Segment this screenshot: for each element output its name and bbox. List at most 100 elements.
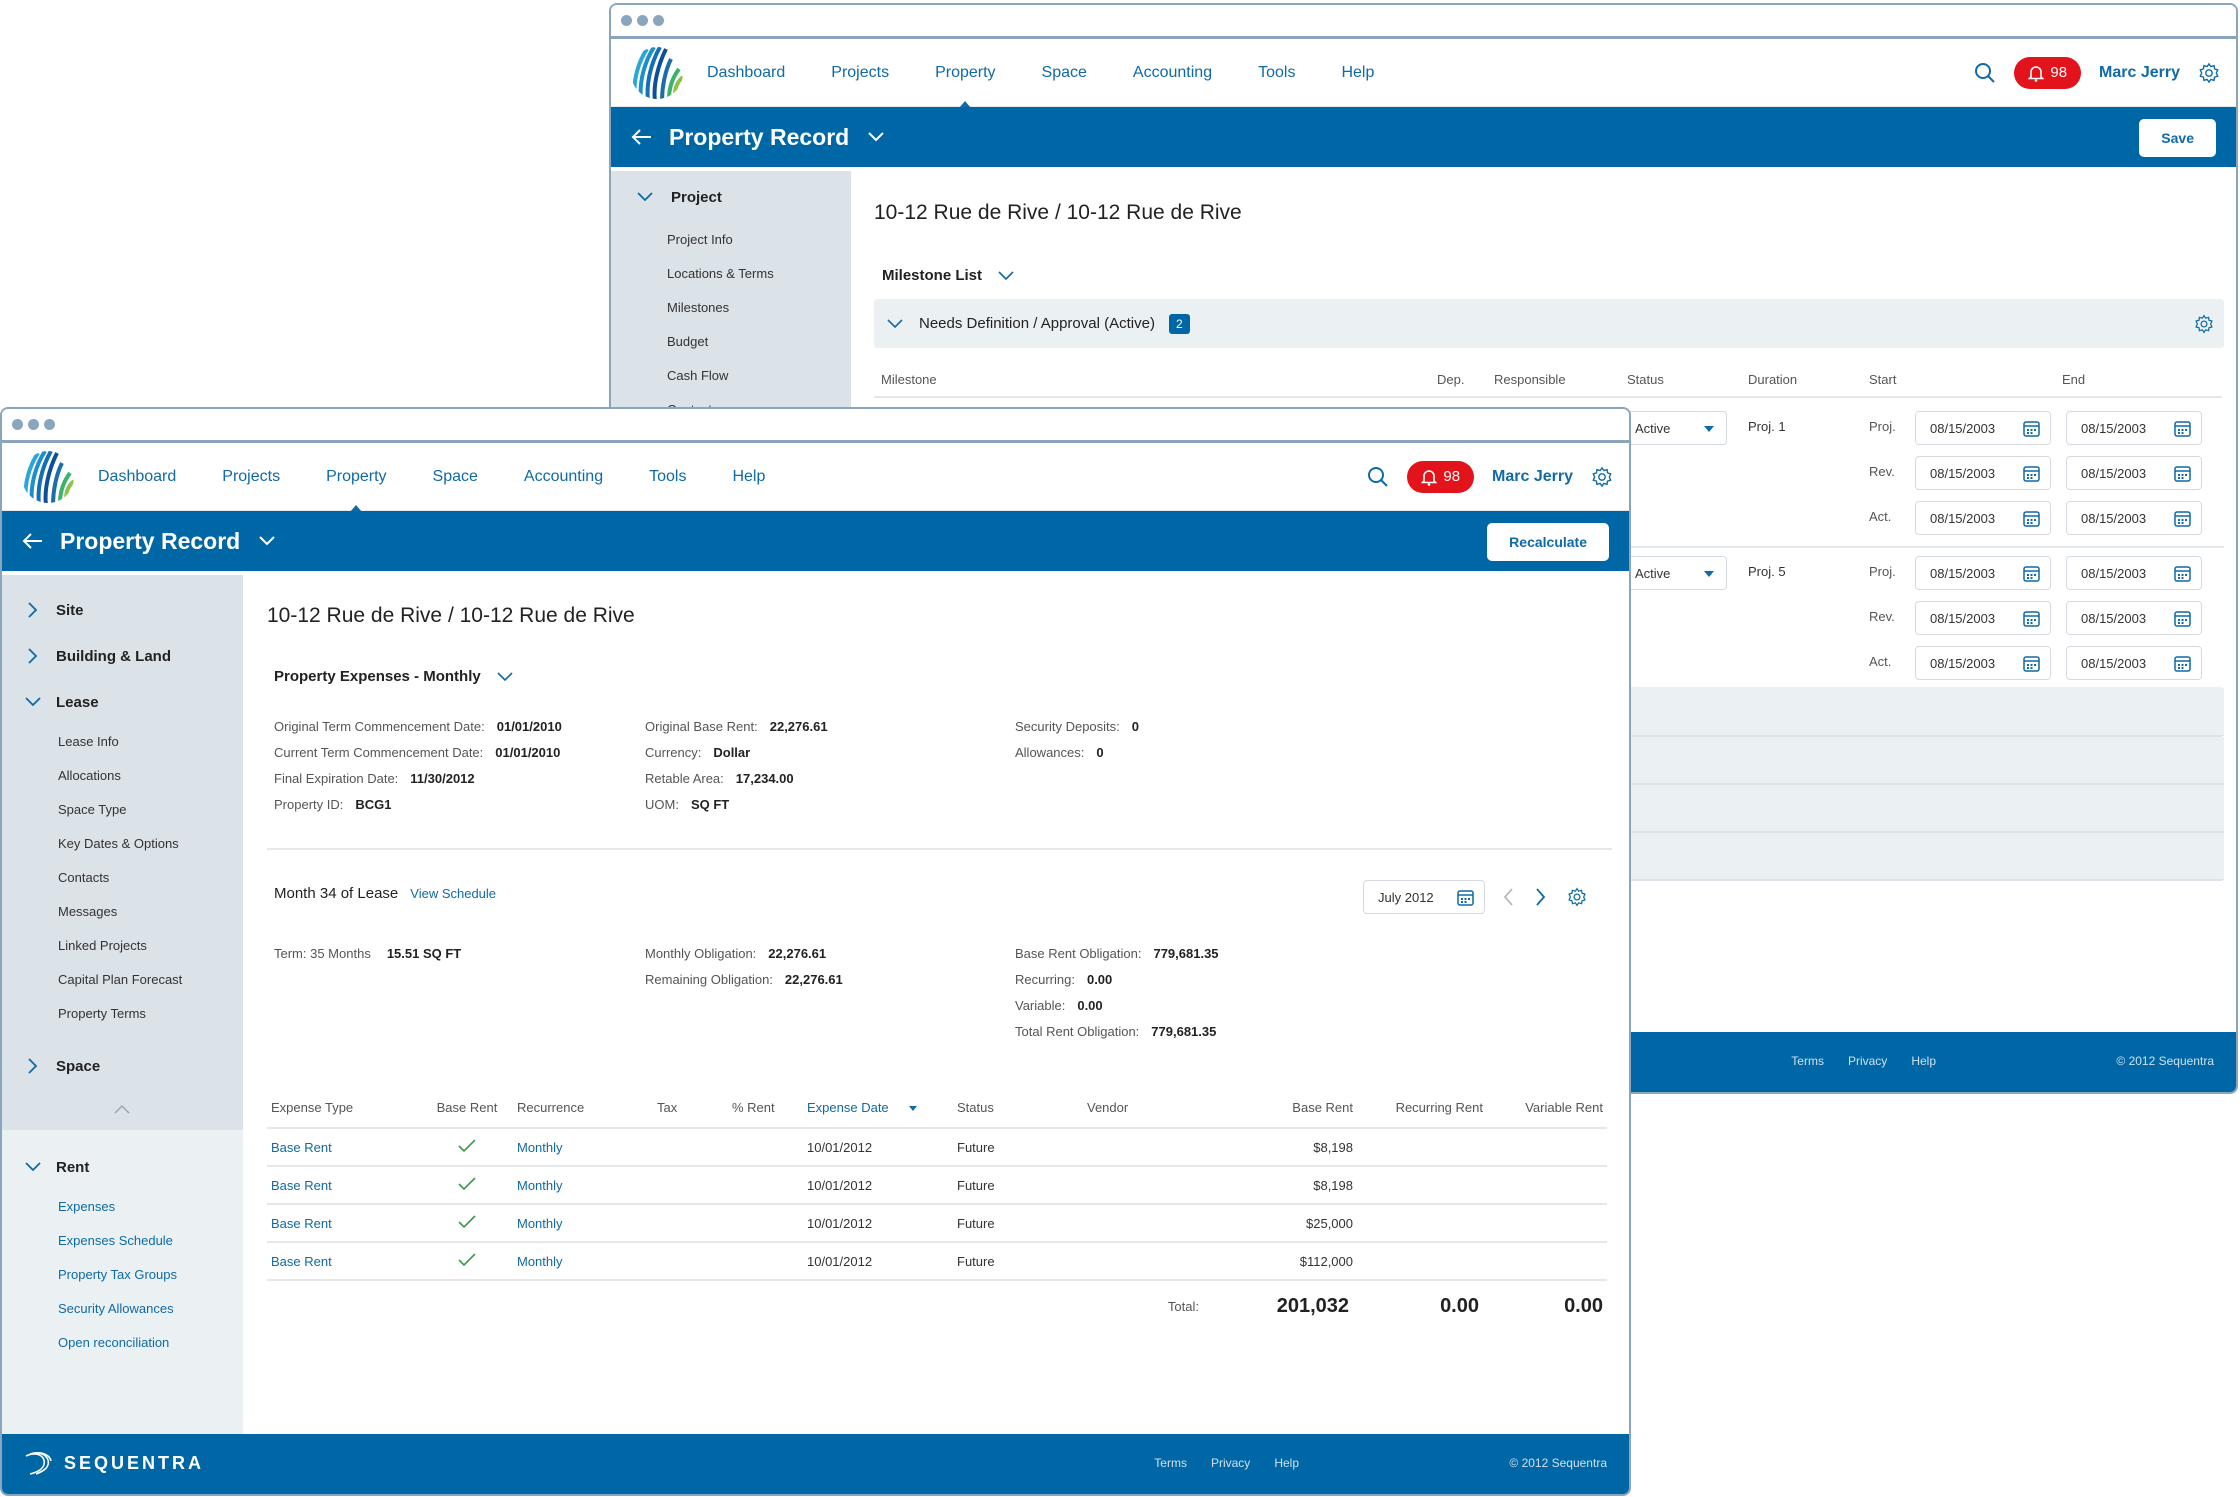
sidebar-item-project-info[interactable]: Project Info — [611, 223, 851, 257]
sidebar-item-cash-flow[interactable]: Cash Flow — [611, 359, 851, 393]
calendar-icon[interactable] — [2174, 565, 2191, 582]
calendar-icon[interactable] — [2023, 565, 2040, 582]
sidebar-item-capital-plan-forecast[interactable]: Capital Plan Forecast — [2, 963, 243, 997]
sidebar-section-site[interactable]: Site — [2, 587, 243, 633]
notifications-badge[interactable]: 98 — [2014, 56, 2082, 89]
milestone-list-header[interactable]: Milestone List — [882, 267, 1014, 284]
end-date-field[interactable]: 08/15/2003 — [2066, 456, 2202, 490]
nav-tools[interactable]: Tools — [649, 468, 686, 486]
type-value[interactable]: Base Rent — [271, 1216, 332, 1231]
status-dropdown[interactable]: Active — [1620, 411, 1727, 445]
column-header-tax[interactable]: Tax — [657, 1088, 732, 1128]
nav-accounting[interactable]: Accounting — [524, 468, 603, 486]
gear-icon[interactable] — [2194, 314, 2214, 334]
sidebar-section-building-land[interactable]: Building & Land — [2, 633, 243, 679]
nav-property[interactable]: Property — [326, 468, 386, 486]
calendar-icon[interactable] — [2023, 655, 2040, 672]
sidebar-item-open-reconciliation[interactable]: Open reconciliation — [2, 1326, 243, 1360]
column-header-vendor[interactable]: Vendor — [1087, 1088, 1217, 1128]
month-picker[interactable]: July 2012 — [1363, 880, 1485, 914]
start-date-field[interactable]: 08/15/2003 — [1915, 501, 2051, 535]
column-header--rent[interactable]: % Rent — [732, 1088, 807, 1128]
next-month-icon[interactable] — [1535, 888, 1545, 906]
start-date-field[interactable]: 08/15/2003 — [1915, 456, 2051, 490]
footer-privacy-link[interactable]: Privacy — [1211, 1456, 1250, 1470]
calendar-icon[interactable] — [2023, 510, 2040, 527]
sidebar-section-project[interactable]: Project — [611, 171, 851, 223]
column-header-expense-type[interactable]: Expense Type — [267, 1088, 417, 1128]
column-header-expense-date[interactable]: Expense Date — [807, 1088, 957, 1128]
footer-privacy-link[interactable]: Privacy — [1848, 1054, 1887, 1068]
user-name[interactable]: Marc Jerry — [2099, 64, 2180, 82]
sidebar-item-expenses-schedule[interactable]: Expenses Schedule — [2, 1224, 243, 1258]
sidebar-item-property-terms[interactable]: Property Terms — [2, 997, 243, 1031]
sidebar-item-security-allowances[interactable]: Security Allowances — [2, 1292, 243, 1326]
property-expenses-header[interactable]: Property Expenses - Monthly — [274, 668, 513, 685]
sidebar-item-lease-info[interactable]: Lease Info — [2, 725, 243, 759]
sidebar-item-linked-projects[interactable]: Linked Projects — [2, 929, 243, 963]
start-date-field[interactable]: 08/15/2003 — [1915, 646, 2051, 680]
nav-space[interactable]: Space — [1042, 64, 1087, 82]
type-value[interactable]: Base Rent — [271, 1254, 332, 1269]
status-dropdown[interactable]: Active — [1620, 556, 1727, 590]
sidebar-item-allocations[interactable]: Allocations — [2, 759, 243, 793]
type-value[interactable]: Base Rent — [271, 1140, 332, 1155]
sidebar-item-property-tax-groups[interactable]: Property Tax Groups — [2, 1258, 243, 1292]
end-date-field[interactable]: 08/15/2003 — [2066, 501, 2202, 535]
calendar-icon[interactable] — [2023, 420, 2040, 437]
nav-dashboard[interactable]: Dashboard — [707, 64, 785, 82]
nav-help[interactable]: Help — [732, 468, 765, 486]
column-header-base-rent[interactable]: Base Rent — [1217, 1088, 1357, 1128]
calendar-icon[interactable] — [2023, 465, 2040, 482]
sidebar-item-expenses[interactable]: Expenses — [2, 1190, 243, 1224]
end-date-field[interactable]: 08/15/2003 — [2066, 411, 2202, 445]
calendar-icon[interactable] — [2174, 510, 2191, 527]
end-date-field[interactable]: 08/15/2003 — [2066, 556, 2202, 590]
recurrence-value[interactable]: Monthly — [517, 1254, 563, 1269]
column-header-base-rent[interactable]: Base Rent — [417, 1088, 517, 1128]
sidebar-item-contacts[interactable]: Contacts — [2, 861, 243, 895]
nav-accounting[interactable]: Accounting — [1133, 64, 1212, 82]
chevron-down-icon[interactable] — [867, 131, 885, 143]
recalculate-button[interactable]: Recalculate — [1487, 523, 1609, 561]
gear-icon[interactable] — [1591, 466, 1613, 488]
sidebar-section-rent[interactable]: Rent — [2, 1144, 243, 1190]
footer-help-link[interactable]: Help — [1911, 1054, 1936, 1068]
search-icon[interactable] — [1974, 62, 1996, 84]
sidebar-item-space-type[interactable]: Space Type — [2, 793, 243, 827]
sidebar-item-locations-terms[interactable]: Locations & Terms — [611, 257, 851, 291]
column-header-status[interactable]: Status — [957, 1088, 1087, 1128]
chevron-down-icon[interactable] — [258, 535, 276, 547]
start-date-field[interactable]: 08/15/2003 — [1915, 556, 2051, 590]
nav-projects[interactable]: Projects — [222, 468, 280, 486]
column-header-recurring-rent[interactable]: Recurring Rent — [1357, 1088, 1487, 1128]
nav-dashboard[interactable]: Dashboard — [98, 468, 176, 486]
back-arrow-icon[interactable] — [22, 532, 44, 550]
view-schedule-link[interactable]: View Schedule — [410, 886, 496, 901]
type-value[interactable]: Base Rent — [271, 1178, 332, 1193]
footer-terms-link[interactable]: Terms — [1791, 1054, 1824, 1068]
sidebar-item-messages[interactable]: Messages — [2, 895, 243, 929]
user-name[interactable]: Marc Jerry — [1492, 468, 1573, 486]
sidebar-section-lease[interactable]: Lease — [2, 679, 243, 725]
calendar-icon[interactable] — [2174, 655, 2191, 672]
calendar-icon[interactable] — [2023, 610, 2040, 627]
nav-space[interactable]: Space — [433, 468, 478, 486]
gear-icon[interactable] — [2198, 62, 2220, 84]
nav-tools[interactable]: Tools — [1258, 64, 1295, 82]
start-date-field[interactable]: 08/15/2003 — [1915, 601, 2051, 635]
calendar-icon[interactable] — [2174, 610, 2191, 627]
sidebar-item-key-dates-options[interactable]: Key Dates & Options — [2, 827, 243, 861]
calendar-icon[interactable] — [2174, 420, 2191, 437]
back-arrow-icon[interactable] — [631, 128, 653, 146]
end-date-field[interactable]: 08/15/2003 — [2066, 646, 2202, 680]
sidebar-item-milestones[interactable]: Milestones — [611, 291, 851, 325]
notifications-badge[interactable]: 98 — [1407, 460, 1475, 493]
footer-help-link[interactable]: Help — [1274, 1456, 1299, 1470]
start-date-field[interactable]: 08/15/2003 — [1915, 411, 2051, 445]
recurrence-value[interactable]: Monthly — [517, 1140, 563, 1155]
gear-icon[interactable] — [1567, 887, 1587, 907]
sidebar-section-space[interactable]: Space — [2, 1043, 243, 1089]
milestone-group-header[interactable]: Needs Definition / Approval (Active) 2 — [874, 299, 2224, 348]
search-icon[interactable] — [1367, 466, 1389, 488]
